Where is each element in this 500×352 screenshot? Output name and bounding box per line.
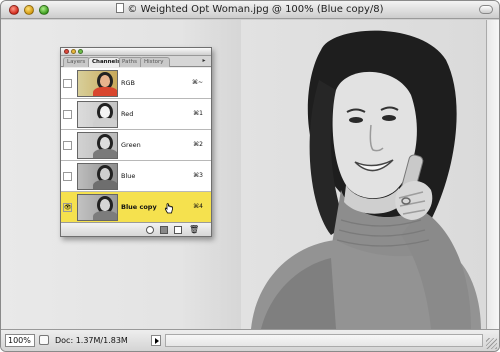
channel-name: Green bbox=[121, 141, 141, 149]
panel-close-button[interactable] bbox=[64, 49, 69, 54]
channel-thumbnail bbox=[77, 132, 118, 159]
channel-row-rgb[interactable]: RGB ⌘~ bbox=[61, 68, 211, 99]
status-bar: 100% Doc: 1.37M/1.83M bbox=[1, 329, 499, 351]
visibility-toggle[interactable] bbox=[63, 141, 72, 150]
title-bar[interactable]: © Weighted Opt Woman.jpg @ 100% (Blue co… bbox=[1, 1, 499, 19]
visibility-toggle[interactable] bbox=[63, 172, 72, 181]
panel-footer: 🗑 bbox=[61, 222, 211, 236]
vertical-scrollbar[interactable] bbox=[486, 20, 499, 329]
thumb-body bbox=[93, 180, 117, 189]
document-icon bbox=[116, 3, 125, 13]
load-selection-icon[interactable] bbox=[146, 226, 154, 234]
channel-shortcut: ⌘4 bbox=[193, 203, 203, 210]
panel-menu-icon[interactable]: ▸ bbox=[200, 58, 208, 65]
horizontal-scrollbar[interactable] bbox=[165, 334, 483, 347]
trash-icon[interactable]: 🗑 bbox=[189, 226, 199, 234]
thumb-face bbox=[100, 199, 110, 211]
channel-thumbnail bbox=[77, 70, 118, 97]
tab-history[interactable]: History bbox=[140, 57, 170, 67]
thumb-body bbox=[93, 87, 117, 96]
status-menu-arrow-icon[interactable] bbox=[151, 335, 161, 346]
channel-thumbnail bbox=[77, 194, 118, 221]
save-selection-icon[interactable] bbox=[160, 226, 168, 234]
channel-name: Blue bbox=[121, 172, 136, 180]
channel-thumbnail bbox=[77, 163, 118, 190]
thumb-body bbox=[93, 211, 117, 220]
thumb-face bbox=[100, 168, 110, 180]
channels-panel: Layers Channels Paths History ▸ RGB ⌘~ R… bbox=[60, 47, 212, 237]
window-title: © Weighted Opt Woman.jpg @ 100% (Blue co… bbox=[127, 4, 384, 15]
tab-layers[interactable]: Layers bbox=[63, 57, 90, 67]
eye-icon[interactable]: 👁 bbox=[63, 203, 72, 212]
thumb-face bbox=[100, 137, 110, 149]
visibility-toggle[interactable] bbox=[63, 79, 72, 88]
doc-size-info: Doc: 1.37M/1.83M bbox=[55, 336, 128, 345]
channel-shortcut: ⌘~ bbox=[191, 79, 203, 86]
channel-row-green[interactable]: Green ⌘2 bbox=[61, 130, 211, 161]
channel-name: Blue copy bbox=[121, 203, 157, 211]
new-channel-icon[interactable] bbox=[174, 226, 182, 234]
status-info-icon[interactable] bbox=[39, 335, 49, 345]
panel-zoom-button[interactable] bbox=[78, 49, 83, 54]
document-window: © Weighted Opt Woman.jpg @ 100% (Blue co… bbox=[0, 0, 500, 352]
panel-title-bar[interactable] bbox=[61, 48, 211, 56]
channel-name: Red bbox=[121, 110, 134, 118]
channel-row-blue-copy[interactable]: 👁 Blue copy ⌘4 bbox=[61, 192, 211, 223]
channel-shortcut: ⌘3 bbox=[193, 172, 203, 179]
resize-grip-icon[interactable] bbox=[486, 338, 497, 349]
thumb-body bbox=[93, 149, 117, 158]
window-title-wrap: © Weighted Opt Woman.jpg @ 100% (Blue co… bbox=[1, 3, 499, 15]
zoom-level-field[interactable]: 100% bbox=[5, 334, 35, 347]
panel-minimize-button[interactable] bbox=[71, 49, 76, 54]
channel-shortcut: ⌘2 bbox=[193, 141, 203, 148]
thumb-face bbox=[100, 106, 110, 118]
channel-row-red[interactable]: Red ⌘1 bbox=[61, 99, 211, 130]
tab-channels[interactable]: Channels bbox=[88, 57, 120, 67]
hand-cursor-icon bbox=[164, 203, 173, 214]
panel-tabs: Layers Channels Paths History ▸ bbox=[61, 56, 211, 67]
thumb-face bbox=[100, 75, 110, 87]
channel-list: RGB ⌘~ Red ⌘1 Green ⌘2 Blue ⌘3 👁 Blue co… bbox=[61, 68, 211, 223]
thumb-body bbox=[93, 118, 117, 127]
visibility-toggle[interactable] bbox=[63, 110, 72, 119]
toolbar-toggle-button[interactable] bbox=[479, 5, 493, 14]
channel-shortcut: ⌘1 bbox=[193, 110, 203, 117]
channel-name: RGB bbox=[121, 79, 136, 87]
channel-row-blue[interactable]: Blue ⌘3 bbox=[61, 161, 211, 192]
channel-thumbnail bbox=[77, 101, 118, 128]
